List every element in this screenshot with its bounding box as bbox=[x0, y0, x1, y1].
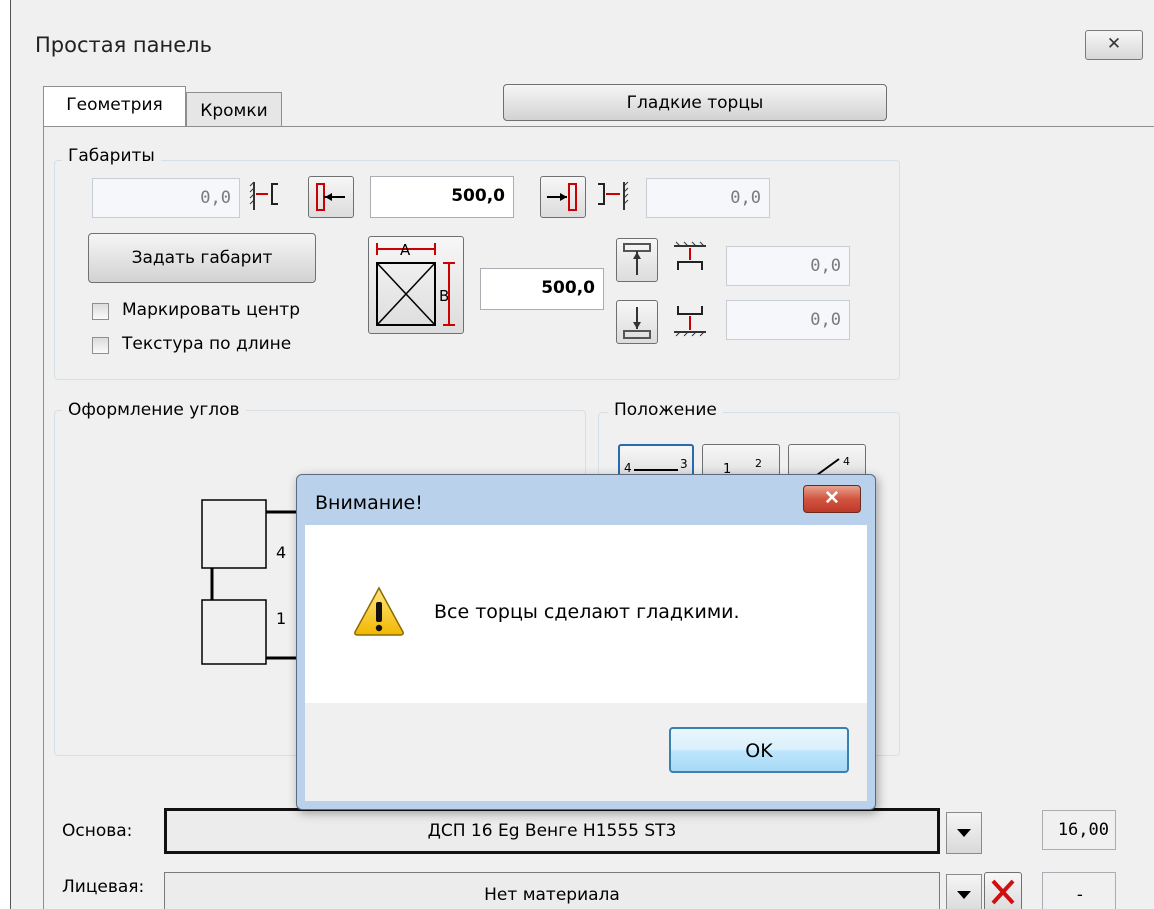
face-material-dropdown-button[interactable] bbox=[946, 874, 982, 909]
smooth-edges-label: Гладкие торцы bbox=[626, 93, 764, 113]
position-group-title: Положение bbox=[608, 400, 723, 420]
dimension-diagram-icon: A B bbox=[376, 241, 455, 326]
base-material-combo[interactable]: ДСП 16 Eg Венге Н1555 ST3 bbox=[164, 808, 940, 854]
base-material-value: ДСП 16 Eg Венге Н1555 ST3 bbox=[427, 821, 677, 841]
dimension-diagram-button[interactable]: A B bbox=[368, 236, 464, 334]
right-offset-value: 0,0 bbox=[730, 188, 761, 208]
ok-button[interactable]: OK bbox=[669, 727, 849, 773]
left-offset-field[interactable]: 0,0 bbox=[92, 178, 240, 218]
corners-group-title: Оформление углов bbox=[62, 400, 246, 420]
tab-geometry[interactable]: Геометрия bbox=[43, 86, 186, 128]
clear-face-material-button[interactable] bbox=[984, 872, 1022, 909]
position-label-4b: 4 bbox=[843, 455, 850, 468]
align-bottom-icon bbox=[623, 307, 651, 339]
right-offset-dimension-icon bbox=[598, 181, 629, 210]
position-label-3: 3 bbox=[680, 457, 688, 471]
top-offset-value: 0,0 bbox=[810, 256, 841, 276]
align-left-button[interactable] bbox=[308, 176, 354, 218]
bottom-offset-value: 0,0 bbox=[810, 310, 841, 330]
align-top-icon bbox=[623, 243, 651, 275]
warning-icon bbox=[354, 586, 404, 636]
red-x-icon bbox=[991, 879, 1015, 905]
left-offset-value: 0,0 bbox=[200, 188, 231, 208]
dimensions-group-title: Габариты bbox=[62, 146, 161, 166]
position-label-4: 4 bbox=[624, 461, 632, 475]
top-offset-dimension-icon bbox=[674, 241, 706, 270]
base-material-label: Основа: bbox=[62, 821, 133, 841]
face-material-value: Нет материала bbox=[484, 885, 620, 905]
diagram-label-a: A bbox=[400, 241, 411, 259]
base-thickness-value: 16,00 bbox=[1057, 820, 1109, 840]
background-edge bbox=[0, 0, 10, 909]
height-value: 500,0 bbox=[541, 278, 595, 298]
align-bottom-button[interactable] bbox=[616, 300, 658, 344]
set-dimension-label: Задать габарит bbox=[131, 248, 273, 268]
warning-dialog: Внимание! ✕ Все торцы сделают гладкими. … bbox=[296, 474, 876, 810]
ok-button-label: OK bbox=[745, 740, 773, 762]
corner-number-4: 4 bbox=[276, 543, 286, 562]
face-thickness-field[interactable]: - bbox=[1042, 872, 1116, 909]
dialog-title: Внимание! bbox=[315, 492, 423, 514]
close-icon: ✕ bbox=[1106, 34, 1122, 53]
texture-length-label: Текстура по длине bbox=[122, 334, 292, 354]
align-right-button[interactable] bbox=[540, 176, 586, 218]
face-material-label: Лицевая: bbox=[62, 877, 145, 897]
align-top-button[interactable] bbox=[616, 238, 658, 282]
bottom-offset-dimension-icon bbox=[674, 306, 706, 337]
corner-number-1: 1 bbox=[276, 609, 286, 628]
height-field[interactable]: 500,0 bbox=[480, 268, 604, 310]
window-title: Простая панель bbox=[35, 33, 212, 57]
tab-edges[interactable]: Кромки bbox=[186, 92, 282, 128]
face-material-combo[interactable]: Нет материала bbox=[164, 872, 940, 909]
mark-center-label: Маркировать центр bbox=[122, 300, 300, 320]
base-material-dropdown-button[interactable] bbox=[946, 812, 982, 854]
tab-geometry-label: Геометрия bbox=[66, 95, 163, 115]
dialog-close-button[interactable]: ✕ bbox=[803, 485, 861, 513]
window-close-button[interactable]: ✕ bbox=[1085, 30, 1143, 60]
mark-center-checkbox[interactable] bbox=[92, 303, 109, 320]
align-right-icon bbox=[547, 183, 577, 211]
set-dimension-button[interactable]: Задать габарит bbox=[88, 233, 316, 283]
top-offset-field[interactable]: 0,0 bbox=[726, 246, 850, 286]
face-thickness-value: - bbox=[1074, 885, 1085, 905]
right-offset-field[interactable]: 0,0 bbox=[646, 178, 770, 218]
position-label-2: 2 bbox=[755, 457, 762, 470]
window-titlebar: Простая панель ✕ bbox=[11, 0, 1154, 84]
dialog-message: Все торцы сделают гладкими. bbox=[434, 601, 740, 623]
width-field[interactable]: 500,0 bbox=[370, 176, 514, 218]
left-offset-dimension-icon bbox=[249, 181, 278, 210]
bottom-offset-field[interactable]: 0,0 bbox=[726, 300, 850, 340]
diagram-label-b: B bbox=[439, 287, 449, 305]
align-left-icon bbox=[316, 183, 345, 211]
texture-length-checkbox[interactable] bbox=[92, 337, 109, 354]
width-value: 500,0 bbox=[451, 186, 505, 206]
base-thickness-field[interactable]: 16,00 bbox=[1042, 810, 1116, 850]
corners-preview: 4 1 bbox=[201, 499, 300, 665]
close-icon: ✕ bbox=[824, 488, 840, 509]
tab-edges-label: Кромки bbox=[200, 101, 268, 121]
smooth-edges-button[interactable]: Гладкие торцы bbox=[503, 84, 887, 121]
